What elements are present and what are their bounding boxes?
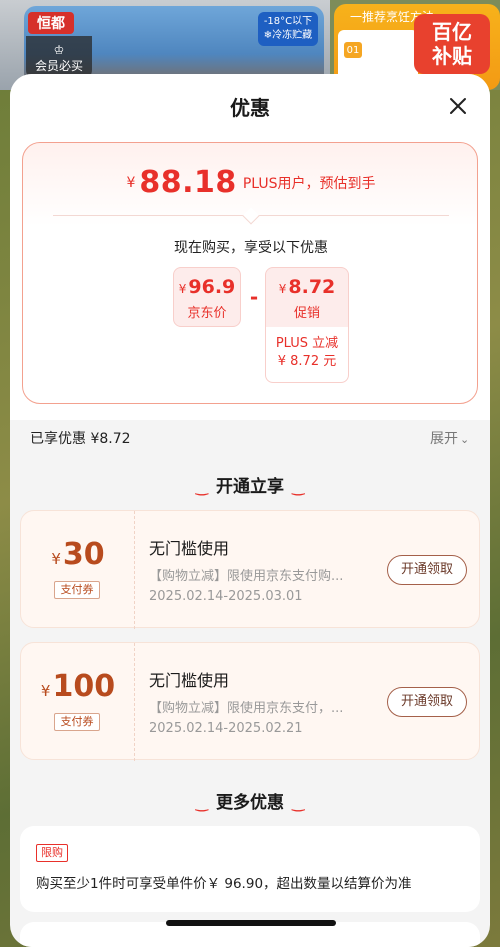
member-label: 会员必买	[34, 58, 83, 73]
section-label: 更多优惠	[216, 793, 284, 813]
promo-number: 8.72	[288, 276, 336, 298]
now-buy-text: 现在购买，享受以下优惠	[174, 240, 328, 256]
section-title-more: ‿ 更多优惠 ‿	[10, 788, 490, 813]
coupon-description: 【购物立减】限使用京东支付，...	[149, 701, 344, 716]
discount-modal: 优惠 ¥88.18 PLUS用户，预估到手 现在购买，享受以下优惠 ¥96.9 京…	[10, 74, 490, 947]
jd-price-number: 96.9	[188, 276, 236, 298]
minus-sign: -	[249, 285, 259, 309]
section-title-open-enjoy: ‿ 开通立享 ‿	[10, 472, 490, 497]
jd-price-value: ¥96.9	[174, 276, 240, 298]
modal-header: 优惠	[10, 74, 490, 138]
cold-sub-label: 冷冻贮藏	[272, 30, 313, 41]
coupon-amount-value: 30	[62, 537, 105, 572]
subsidy-line2: 补贴	[432, 44, 472, 68]
modal-title: 优惠	[230, 96, 270, 120]
chevron-down-icon: ⌄	[460, 433, 470, 446]
coupon-amount: ¥100	[21, 669, 135, 704]
coupon-amount-panel: ¥30 支付券	[21, 511, 135, 629]
plus-discount-label: PLUS 立减	[275, 336, 339, 351]
enjoyed-discount: 已享优惠 ¥8.72	[30, 431, 131, 447]
claim-coupon-button[interactable]: 开通领取	[387, 555, 467, 585]
subsidy-line1: 百亿	[432, 20, 472, 44]
limit-tag: 限购	[36, 844, 68, 862]
coupon-title: 无门槛使用	[149, 671, 230, 690]
brand-logo: 恒都	[28, 12, 74, 34]
snowflake-icon: ❄	[263, 30, 273, 41]
jd-price-box: ¥96.9 京东价	[173, 267, 241, 327]
expand-label: 展开	[430, 431, 458, 447]
coupon-date: 2025.02.14-2025.03.01	[149, 589, 303, 604]
plus-discount-box: PLUS 立减 ¥ 8.72 元	[265, 327, 349, 383]
promo-value: ¥8.72	[266, 276, 348, 298]
expand-toggle[interactable]: 展开 ⌄	[430, 428, 469, 448]
cold-sub: ❄冷冻贮藏	[264, 29, 312, 43]
promo-box: ¥8.72 促销	[265, 267, 349, 327]
plus-discount-value: ¥ 8.72 元	[277, 354, 337, 369]
limit-text: 购买至少1件时可享受单件价￥ 96.90，超出数量以结算价为准	[36, 876, 412, 892]
divider-caret	[242, 207, 260, 225]
smile-deco-icon: ‿	[292, 794, 305, 812]
coupon-type-tag: 支付券	[54, 581, 100, 599]
home-indicator[interactable]	[166, 920, 336, 926]
section-label: 开通立享	[216, 477, 284, 497]
final-price-note: PLUS用户，预估到手	[242, 175, 376, 192]
currency-symbol: ¥	[40, 682, 51, 700]
coupon-card: ¥100 支付券 无门槛使用 【购物立减】限使用京东支付，... 2025.02…	[20, 642, 480, 761]
coupon-date: 2025.02.14-2025.02.21	[149, 721, 303, 736]
coupon-amount-value: 100	[52, 669, 116, 704]
limit-purchase-card: 限购 购买至少1件时可享受单件价￥ 96.90，超出数量以结算价为准	[20, 826, 480, 912]
close-icon	[450, 98, 466, 114]
jd-price-label: 京东价	[187, 306, 227, 321]
recipe-step-number: 01	[344, 42, 362, 58]
smile-deco-icon: ‿	[195, 478, 208, 496]
coupon-amount-panel: ¥100 支付券	[21, 643, 135, 761]
smile-deco-icon: ‿	[292, 478, 305, 496]
coupon-description: 【购物立减】限使用京东支付购...	[149, 569, 344, 584]
final-price-value: 88.18	[139, 165, 237, 200]
smile-deco-icon: ‿	[195, 794, 208, 812]
currency-symbol: ¥	[51, 550, 61, 568]
coupon-title: 无门槛使用	[149, 539, 230, 558]
currency-symbol: ¥	[278, 282, 287, 296]
coupon-card: ¥30 支付券 无门槛使用 【购物立减】限使用京东支付购... 2025.02.…	[20, 510, 480, 629]
cold-label: -18°C以下	[263, 16, 313, 27]
final-price: ¥88.18 PLUS用户，预估到手	[23, 165, 479, 200]
crown-icon: ♔	[53, 42, 65, 57]
price-breakdown: ¥88.18 PLUS用户，预估到手 现在购买，享受以下优惠 ¥96.9 京东价 …	[22, 142, 478, 404]
currency-symbol: ¥	[178, 282, 187, 296]
currency-symbol: ¥	[126, 174, 136, 191]
claim-coupon-button[interactable]: 开通领取	[387, 687, 467, 717]
subsidy-badge: 百亿 补贴	[414, 14, 490, 74]
promo-label: 促销	[293, 306, 320, 321]
coupon-amount: ¥30	[21, 537, 135, 572]
close-button[interactable]	[446, 94, 470, 118]
coupon-type-tag: 支付券	[54, 713, 100, 731]
cold-storage-badge: -18°C以下 ❄冷冻贮藏	[258, 12, 318, 46]
